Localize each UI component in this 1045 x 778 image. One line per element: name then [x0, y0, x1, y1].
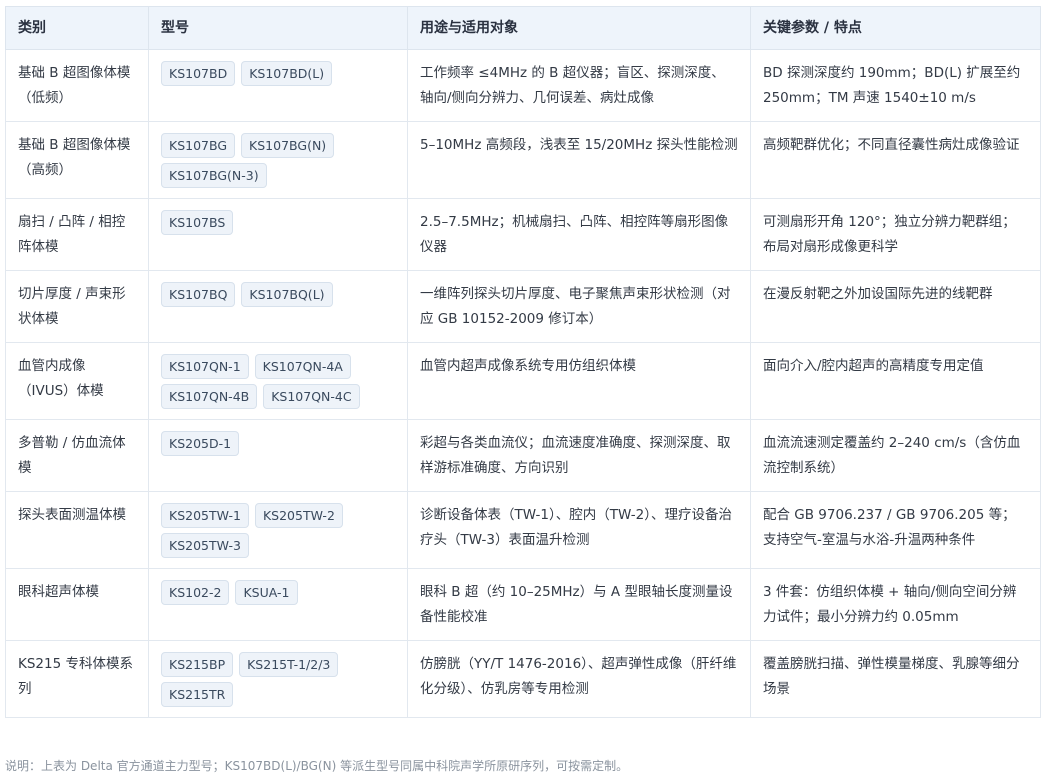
model-tag-list: KS107BD KS107BD(L)	[161, 61, 395, 86]
usage-cell: 一维阵列探头切片厚度、电子聚焦声束形状检测（对应 GB 10152-2009 修…	[407, 270, 751, 343]
category-cell: 血管内成像（IVUS）体模	[5, 342, 149, 420]
params-cell: 在漫反射靶之外加设国际先进的线靶群	[750, 270, 1041, 343]
model-tag-list: KS107BS	[161, 210, 395, 235]
table-row: 探头表面测温体模 KS205TW-1 KS205TW-2 KS205TW-3 诊断设备体…	[5, 491, 1041, 569]
params-cell: BD 探测深度约 190mm；BD(L) 扩展至约 250mm；TM 声速 15…	[750, 49, 1041, 122]
model-tag-list: KS205D-1	[161, 431, 395, 456]
model-tag[interactable]: KS107BQ(L)	[241, 282, 333, 307]
model-tag[interactable]: KS205TW-3	[161, 533, 249, 558]
model-tag[interactable]: KS107QN-4B	[161, 384, 258, 409]
model-tag-list: KS215BP KS215T-1/2/3 KS215TR	[161, 652, 395, 707]
model-tag-list: KS107BG KS107BG(N) KS107BG(N-3)	[161, 133, 395, 188]
model-tag[interactable]: KS215T-1/2/3	[239, 652, 339, 677]
category-cell: 基础 B 超图像体模（低频）	[5, 49, 149, 122]
usage-cell: 5–10MHz 高频段，浅表至 15/20MHz 探头性能检测	[407, 121, 751, 199]
header-usage: 用途与适用对象	[407, 6, 751, 50]
params-cell: 血流流速测定覆盖约 2–240 cm/s（含仿血流控制系统）	[750, 419, 1041, 492]
usage-cell: 工作频率 ≤4MHz 的 B 超仪器；盲区、探测深度、轴向/侧向分辨力、几何误差…	[407, 49, 751, 122]
table-row: 基础 B 超图像体模（低频） KS107BD KS107BD(L) 工作频率 ≤4MH…	[5, 49, 1041, 122]
model-tag-list: KS107QN-1 KS107QN-4A KS107QN-4B KS107QN-4C	[161, 354, 395, 409]
category-cell: 探头表面测温体模	[5, 491, 149, 569]
page: 类别 型号 用途与适用对象 关键参数 / 特点 基础 B 超图像体模（低频） KS…	[0, 0, 1045, 778]
model-tag-list: KS205TW-1 KS205TW-2 KS205TW-3	[161, 503, 395, 558]
table-row: 切片厚度 / 声束形状体模 KS107BQ KS107BQ(L) 一维阵列探头切片厚度…	[5, 270, 1041, 343]
header-model: 型号	[148, 6, 408, 50]
model-tag[interactable]: KS107BG(N-3)	[161, 163, 267, 188]
table-body: 基础 B 超图像体模（低频） KS107BD KS107BD(L) 工作频率 ≤4MH…	[5, 49, 1041, 718]
model-tag[interactable]: KS107QN-4C	[263, 384, 360, 409]
params-cell: 配合 GB 9706.237 / GB 9706.205 等；支持空气-室温与水…	[750, 491, 1041, 569]
params-cell: 高频靶群优化；不同直径囊性病灶成像验证	[750, 121, 1041, 199]
category-cell: 基础 B 超图像体模（高频）	[5, 121, 149, 199]
model-cell: KS107BD KS107BD(L)	[148, 49, 408, 122]
model-tag[interactable]: KS107BG	[161, 133, 236, 158]
usage-cell: 血管内超声成像系统专用仿组织体模	[407, 342, 751, 420]
model-cell: KS205TW-1 KS205TW-2 KS205TW-3	[148, 491, 408, 569]
category-cell: 扇扫 / 凸阵 / 相控阵体模	[5, 198, 149, 271]
usage-cell: 眼科 B 超（约 10–25MHz）与 A 型眼轴长度测量设备性能校准	[407, 568, 751, 641]
model-tag[interactable]: KS205TW-2	[254, 503, 343, 528]
model-tag[interactable]: KS102-2	[161, 580, 230, 605]
model-cell: KS107BG KS107BG(N) KS107BG(N-3)	[148, 121, 408, 199]
params-cell: 覆盖膀胱扫描、弹性模量梯度、乳腺等细分场景	[750, 640, 1041, 718]
table-row: KS215 专科体模系列 KS215BP KS215T-1/2/3 KS215TR 仿膀…	[5, 640, 1041, 718]
usage-cell: 2.5–7.5MHz；机械扇扫、凸阵、相控阵等扇形图像仪器	[407, 198, 751, 271]
model-tag[interactable]: KS107BG(N)	[241, 133, 335, 158]
table-header-row: 类别 型号 用途与适用对象 关键参数 / 特点	[5, 6, 1041, 50]
model-tag[interactable]: KS107BQ	[161, 282, 236, 307]
category-cell: 切片厚度 / 声束形状体模	[5, 270, 149, 343]
model-cell: KS107BQ KS107BQ(L)	[148, 270, 408, 343]
table-row: 眼科超声体模 KS102-2 KSUA-1 眼科 B 超（约 10–25MHz）与 A…	[5, 568, 1041, 641]
table-row: 多普勒 / 仿血流体模 KS205D-1 彩超与各类血流仪；血流速度准确度、探测深度…	[5, 419, 1041, 492]
model-cell: KS215BP KS215T-1/2/3 KS215TR	[148, 640, 408, 718]
category-cell: 多普勒 / 仿血流体模	[5, 419, 149, 492]
model-tag[interactable]: KS215BP	[161, 652, 234, 677]
model-tag[interactable]: KS205TW-1	[161, 503, 249, 528]
table-row: 血管内成像（IVUS）体模 KS107QN-1 KS107QN-4A KS107QN-…	[5, 342, 1041, 420]
model-tag[interactable]: KS107BD	[161, 61, 236, 86]
model-tag[interactable]: KS205D-1	[161, 431, 240, 456]
model-cell: KS107BS	[148, 198, 408, 271]
model-cell: KS205D-1	[148, 419, 408, 492]
model-tag[interactable]: KS107BS	[161, 210, 234, 235]
product-table: 类别 型号 用途与适用对象 关键参数 / 特点 基础 B 超图像体模（低频） KS…	[5, 6, 1041, 718]
model-tag[interactable]: KS107QN-1	[161, 354, 249, 379]
params-cell: 3 件套：仿组织体模 + 轴向/侧向空间分辨力试件；最小分辨力约 0.05mm	[750, 568, 1041, 641]
model-tag[interactable]: KS215TR	[161, 682, 234, 707]
model-tag[interactable]: KS107BD(L)	[241, 61, 333, 86]
usage-cell: 彩超与各类血流仪；血流速度准确度、探测深度、取样游标准确度、方向识别	[407, 419, 751, 492]
table-row: 扇扫 / 凸阵 / 相控阵体模 KS107BS 2.5–7.5MHz；机械扇扫、凸阵…	[5, 198, 1041, 271]
model-tag[interactable]: KS107QN-4A	[254, 354, 351, 379]
category-cell: KS215 专科体模系列	[5, 640, 149, 718]
table-row: 基础 B 超图像体模（高频） KS107BG KS107BG(N) KS107BG(N…	[5, 121, 1041, 199]
model-tag[interactable]: KSUA-1	[235, 580, 298, 605]
header-params: 关键参数 / 特点	[750, 6, 1041, 50]
model-tag-list: KS107BQ KS107BQ(L)	[161, 282, 395, 307]
model-cell: KS102-2 KSUA-1	[148, 568, 408, 641]
usage-cell: 仿膀胱（YY/T 1476-2016）、超声弹性成像（肝纤维化分级）、仿乳房等专…	[407, 640, 751, 718]
params-cell: 面向介入/腔内超声的高精度专用定值	[750, 342, 1041, 420]
category-cell: 眼科超声体模	[5, 568, 149, 641]
model-cell: KS107QN-1 KS107QN-4A KS107QN-4B KS107QN-4C	[148, 342, 408, 420]
params-cell: 可测扇形开角 120°；独立分辨力靶群组；布局对扇形成像更科学	[750, 198, 1041, 271]
model-tag-list: KS102-2 KSUA-1	[161, 580, 395, 605]
header-category: 类别	[5, 6, 149, 50]
footnote: 说明：上表为 Delta 官方通道主力型号；KS107BD(L)/BG(N) 等…	[5, 759, 629, 773]
usage-cell: 诊断设备体表（TW-1）、腔内（TW-2）、理疗设备治疗头（TW-3）表面温升检…	[407, 491, 751, 569]
